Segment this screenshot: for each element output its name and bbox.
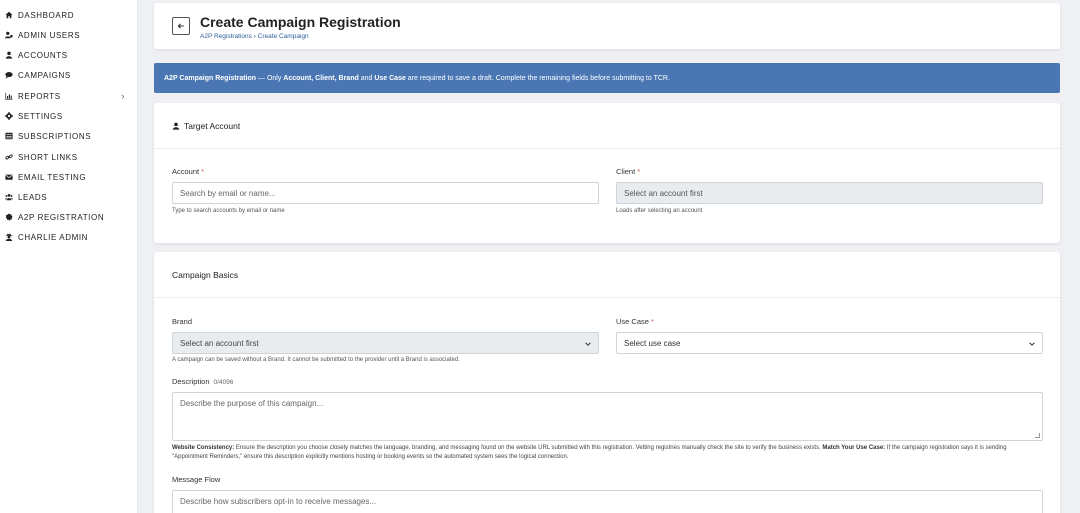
banner-lead: A2P Campaign Registration: [164, 74, 257, 82]
description-guidance-note: Website Consistency: Ensure the descript…: [172, 444, 1042, 462]
brand-select[interactable]: Select an account first: [172, 332, 599, 354]
banner-text: — Only: [256, 74, 284, 82]
sidebar-item-short-links[interactable]: SHORT LINKS: [4, 148, 131, 166]
sidebar-item-label: REPORTS: [18, 91, 61, 101]
character-count: 0/4096: [213, 379, 234, 386]
sidebar-item-leads[interactable]: LEADS: [4, 188, 131, 206]
back-button[interactable]: [172, 17, 190, 35]
sidebar-item-label: LEADS: [18, 192, 48, 202]
note-heading: Match Your Use Case:: [822, 445, 886, 451]
section-title-text: Target Account: [184, 121, 241, 131]
gear-badge-icon: [4, 212, 14, 222]
message-flow-placeholder: Describe how subscribers opt-in to recei…: [180, 497, 377, 506]
sidebar-item-label: SUBSCRIPTIONS: [18, 131, 92, 141]
required-mark: *: [201, 167, 205, 176]
gear-icon: [4, 111, 14, 121]
chevron-right-icon: ›: [121, 91, 125, 101]
resize-handle[interactable]: [1035, 433, 1040, 438]
chart-bar-icon: [4, 91, 14, 101]
sidebar-item-label: A2P REGISTRATION: [18, 212, 105, 222]
campaign-basics-card: Campaign Basics Brand Select an account …: [154, 252, 1060, 513]
brand-select-value: Select an account first: [180, 338, 259, 348]
section-title-target-account: Target Account: [172, 121, 240, 131]
user-icon: [172, 122, 180, 130]
message-flow-label: Message Flow: [172, 475, 221, 484]
account-label-text: Account: [172, 167, 200, 176]
description-label-text: Description: [172, 377, 210, 386]
user-secret-icon: [4, 232, 14, 242]
required-mark: *: [650, 317, 654, 326]
use-case-label: Use Case *: [616, 317, 654, 326]
client-label-text: Client: [616, 167, 636, 176]
client-field: Select an account first: [616, 182, 1043, 204]
sidebar-item-label: CHARLIE ADMIN: [18, 232, 89, 242]
sidebar-item-label: CAMPAIGNS: [18, 70, 71, 80]
use-case-select[interactable]: Select use case: [616, 332, 1043, 354]
note-text: Ensure the description you choose closel…: [234, 445, 823, 451]
description-textarea[interactable]: Describe the purpose of this campaign...: [172, 392, 1043, 441]
client-label: Client *: [616, 167, 640, 176]
banner-text: are required to save a draft. Complete t…: [405, 74, 670, 82]
envelope-icon: [4, 172, 14, 182]
sidebar-item-email-testing[interactable]: EMAIL TESTING: [4, 168, 131, 186]
breadcrumb[interactable]: A2P Registrations › Create Campaign: [200, 33, 309, 40]
brand-label: Brand: [172, 317, 193, 326]
banner-use-case: Use Case: [374, 74, 406, 82]
sidebar-item-dashboard[interactable]: DASHBOARD: [4, 6, 131, 24]
account-label: Account *: [172, 167, 204, 176]
message-flow-textarea[interactable]: Describe how subscribers opt-in to recei…: [172, 490, 1043, 513]
arrow-left-icon: [177, 23, 184, 29]
sidebar-item-subscriptions[interactable]: SUBSCRIPTIONS: [4, 127, 131, 145]
chevron-down-icon: [1029, 342, 1035, 346]
users-icon: [4, 192, 14, 202]
use-case-select-value: Select use case: [624, 338, 681, 348]
client-help-text: Loads after selecting an account: [616, 208, 703, 214]
use-case-label-text: Use Case: [616, 317, 649, 326]
banner-text: and: [358, 74, 375, 82]
page-header: Create Campaign Registration A2P Registr…: [154, 3, 1060, 49]
sidebar-item-a2p-registration[interactable]: A2P REGISTRATION: [4, 208, 131, 226]
sidebar-item-admin-users[interactable]: ADMIN USERS: [4, 26, 131, 44]
description-placeholder: Describe the purpose of this campaign...: [180, 399, 324, 408]
sidebar-item-label: SHORT LINKS: [18, 152, 78, 162]
sidebar-item-accounts[interactable]: ACCOUNTS: [4, 46, 131, 64]
sidebar-item-label: SETTINGS: [18, 111, 63, 121]
section-title-campaign-basics: Campaign Basics: [172, 270, 239, 280]
sidebar: DASHBOARD ADMIN USERS ACCOUNTS CAMPAIGNS…: [0, 0, 138, 513]
list-icon: [4, 131, 14, 141]
account-search-input[interactable]: Search by email or name...: [172, 182, 599, 204]
sidebar-item-label: ACCOUNTS: [18, 50, 68, 60]
note-heading: Website Consistency:: [172, 445, 235, 451]
sidebar-item-settings[interactable]: SETTINGS: [4, 107, 131, 125]
sidebar-item-label: DASHBOARD: [18, 10, 75, 20]
users-cog-icon: [4, 30, 14, 40]
user-icon: [4, 50, 14, 60]
sidebar-item-label: ADMIN USERS: [18, 30, 81, 40]
link-icon: [4, 152, 14, 162]
info-banner: A2P Campaign Registration — Only Account…: [154, 63, 1060, 93]
sidebar-item-charlie-admin[interactable]: CHARLIE ADMIN: [4, 228, 131, 246]
account-help-text: Type to search accounts by email or name: [172, 208, 285, 214]
home-icon: [4, 10, 14, 20]
page-title: Create Campaign Registration: [200, 14, 401, 30]
sidebar-item-label: EMAIL TESTING: [18, 172, 87, 182]
description-label: Description 0/4096: [172, 377, 233, 386]
comment-icon: [4, 70, 14, 80]
sidebar-item-campaigns[interactable]: CAMPAIGNS: [4, 66, 131, 84]
brand-help-text: A campaign can be saved without a Brand.…: [172, 357, 460, 363]
divider: [154, 148, 1060, 149]
banner-required-fields: Account, Client, Brand: [283, 74, 359, 82]
divider: [154, 297, 1060, 298]
required-mark: *: [637, 167, 641, 176]
target-account-card: Target Account Account * Search by email …: [154, 103, 1060, 243]
chevron-down-icon: [585, 342, 591, 346]
sidebar-item-reports[interactable]: REPORTS ›: [4, 87, 131, 105]
